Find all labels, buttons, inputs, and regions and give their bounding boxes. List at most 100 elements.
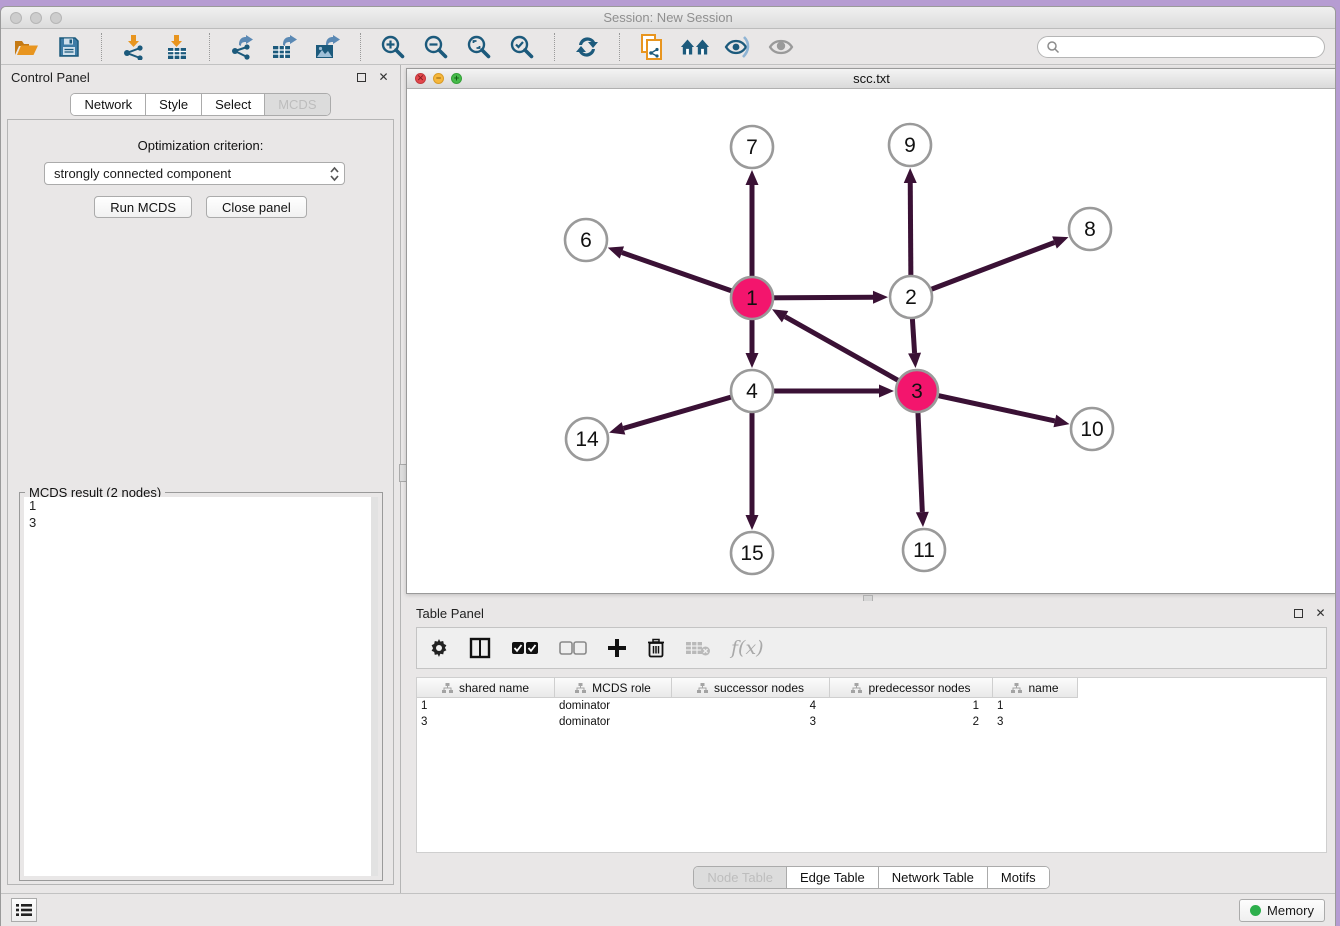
graph-edge-arrow xyxy=(904,168,917,183)
mcds-result-line: 1 xyxy=(24,497,378,514)
table-cell[interactable]: 3 xyxy=(672,716,830,728)
table-cell[interactable]: 3 xyxy=(993,716,1078,728)
window-title: Session: New Session xyxy=(1,10,1335,25)
export-table-icon[interactable] xyxy=(270,33,300,61)
graph-node-label: 10 xyxy=(1080,418,1103,441)
graph-edge-arrow xyxy=(746,353,759,368)
main-toolbar xyxy=(1,29,1335,65)
table-toolbar: f(x) xyxy=(416,627,1327,669)
run-mcds-button[interactable]: Run MCDS xyxy=(94,196,192,218)
network-window-title: scc.txt xyxy=(407,71,1336,86)
toolbar-separator xyxy=(619,33,620,61)
zoom-in-icon[interactable] xyxy=(378,33,408,61)
status-bar: Memory xyxy=(1,893,1335,926)
close-table-panel-icon[interactable]: ✕ xyxy=(1314,607,1327,620)
graph-edge-arrow xyxy=(916,512,929,527)
function-builder-icon: f(x) xyxy=(731,635,764,661)
table-cell[interactable]: dominator xyxy=(555,700,672,712)
node-table[interactable]: shared nameMCDS rolesuccessor nodesprede… xyxy=(416,677,1327,853)
search-field[interactable] xyxy=(1037,36,1325,58)
tab-mcds[interactable]: MCDS xyxy=(265,94,329,115)
float-table-panel-icon[interactable] xyxy=(1292,607,1305,620)
zoom-selected-icon[interactable] xyxy=(507,33,537,61)
network-view-window: ✕ − + scc.txt 7968124314101511 xyxy=(406,68,1336,594)
close-panel-button[interactable]: Close panel xyxy=(206,196,307,218)
graph-node-label: 4 xyxy=(746,380,758,403)
network-graph[interactable]: 7968124314101511 xyxy=(407,89,1336,593)
graph-node-label: 2 xyxy=(905,286,917,309)
select-all-icon[interactable] xyxy=(511,635,539,661)
float-panel-icon[interactable] xyxy=(355,71,368,84)
show-column-icon[interactable] xyxy=(469,635,491,661)
column-header-name[interactable]: name xyxy=(993,678,1078,698)
table-panel-title: Table Panel xyxy=(416,606,484,621)
memory-status-dot xyxy=(1250,905,1261,916)
table-cell[interactable]: dominator xyxy=(555,716,672,728)
control-panel-tabs: Network Style Select MCDS xyxy=(70,93,330,116)
zoom-fit-icon[interactable] xyxy=(464,33,494,61)
table-tabs: Node Table Edge Table Network Table Moti… xyxy=(693,866,1049,889)
export-image-icon[interactable] xyxy=(313,33,343,61)
tab-select[interactable]: Select xyxy=(202,94,265,115)
graph-node-label: 15 xyxy=(740,542,763,565)
add-column-icon[interactable] xyxy=(607,635,627,661)
column-header-predecessor-nodes[interactable]: predecessor nodes xyxy=(830,678,993,698)
network-canvas[interactable]: 7968124314101511 xyxy=(407,89,1336,593)
open-session-icon[interactable] xyxy=(11,33,41,61)
graph-node-label: 14 xyxy=(575,428,599,451)
table-cell[interactable]: 2 xyxy=(830,716,993,728)
column-header-shared-name[interactable]: shared name xyxy=(417,678,555,698)
zoom-out-icon[interactable] xyxy=(421,33,451,61)
mcds-result-list[interactable]: 1 3 xyxy=(24,497,378,876)
table-cell[interactable]: 4 xyxy=(672,700,830,712)
mcds-result-group: MCDS result (2 nodes) 1 3 xyxy=(19,492,383,881)
result-scrollbar[interactable] xyxy=(371,497,378,876)
deselect-all-icon[interactable] xyxy=(559,635,587,661)
close-panel-icon[interactable]: ✕ xyxy=(377,71,390,84)
network-window-titlebar[interactable]: ✕ − + scc.txt xyxy=(407,69,1336,89)
import-network-icon[interactable] xyxy=(119,33,149,61)
graph-edge-arrow xyxy=(879,385,894,398)
tab-network[interactable]: Network xyxy=(71,94,146,115)
control-panel: Control Panel ✕ Network Style Select MCD… xyxy=(1,65,401,893)
tab-node-table[interactable]: Node Table xyxy=(694,867,787,888)
apply-layout-icon[interactable] xyxy=(572,33,602,61)
delete-column-icon[interactable] xyxy=(647,635,665,661)
import-table-icon[interactable] xyxy=(162,33,192,61)
hide-selected-icon[interactable] xyxy=(723,33,753,61)
node-table-body: 1dominator4113dominator323 xyxy=(417,698,1326,730)
graph-edge-arrow xyxy=(608,246,624,258)
graph-edge-arrow xyxy=(873,291,888,304)
column-header-successor-nodes[interactable]: successor nodes xyxy=(672,678,830,698)
save-session-icon[interactable] xyxy=(54,33,84,61)
table-cell[interactable]: 1 xyxy=(830,700,993,712)
tab-motifs[interactable]: Motifs xyxy=(988,867,1049,888)
graph-node-label: 7 xyxy=(746,136,758,159)
toolbar-separator xyxy=(101,33,102,61)
table-row[interactable]: 3dominator323 xyxy=(417,714,1326,730)
table-row[interactable]: 1dominator411 xyxy=(417,698,1326,714)
task-history-button[interactable] xyxy=(11,898,37,922)
tab-edge-table[interactable]: Edge Table xyxy=(787,867,879,888)
show-all-icon[interactable] xyxy=(766,33,796,61)
graph-edge-3-1[interactable] xyxy=(785,317,917,391)
search-input[interactable] xyxy=(1065,40,1316,54)
tab-network-table[interactable]: Network Table xyxy=(879,867,988,888)
first-neighbors-icon[interactable] xyxy=(680,33,710,61)
table-cell[interactable]: 1 xyxy=(993,700,1078,712)
mcds-result-line: 3 xyxy=(24,514,378,531)
graph-edge-arrow xyxy=(908,353,921,368)
memory-button[interactable]: Memory xyxy=(1239,899,1325,922)
table-cell[interactable]: 3 xyxy=(417,716,555,728)
graph-edge-2-8[interactable] xyxy=(911,242,1054,297)
table-settings-gear-icon[interactable] xyxy=(429,635,449,661)
graph-edge-arrow xyxy=(1053,415,1069,428)
table-cell[interactable]: 1 xyxy=(417,700,555,712)
tab-style[interactable]: Style xyxy=(146,94,202,115)
toolbar-separator xyxy=(554,33,555,61)
export-network-icon[interactable] xyxy=(227,33,257,61)
optimization-criterion-select[interactable]: strongly connected component xyxy=(44,162,345,185)
column-header-MCDS-role[interactable]: MCDS role xyxy=(555,678,672,698)
clone-network-icon[interactable] xyxy=(637,33,667,61)
graph-node-label: 3 xyxy=(911,380,923,403)
